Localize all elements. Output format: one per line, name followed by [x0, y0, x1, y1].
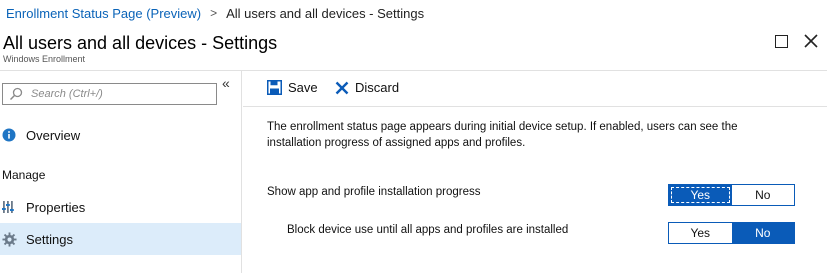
search-icon: [9, 87, 23, 101]
close-icon[interactable]: [801, 31, 821, 51]
info-icon: [2, 128, 16, 142]
save-icon: [267, 80, 282, 95]
block-device-no-option[interactable]: No: [731, 223, 794, 243]
block-device-yes-option[interactable]: Yes: [669, 223, 732, 243]
collapse-sidebar-icon[interactable]: «: [222, 75, 230, 91]
search-input[interactable]: [31, 88, 211, 100]
sidebar-item-label: Properties: [26, 199, 86, 215]
section-header-manage: Manage: [2, 168, 46, 182]
save-button[interactable]: Save: [267, 80, 318, 95]
toolbar: Save Discard: [243, 71, 827, 107]
sidebar-item-overview[interactable]: Overview: [0, 119, 241, 151]
breadcrumb-link-enrollment-status-page[interactable]: Enrollment Status Page (Preview): [6, 6, 201, 21]
sidebar-item-settings[interactable]: Settings: [0, 223, 241, 255]
show-progress-label: Show app and profile installation progre…: [267, 186, 481, 198]
description-text: The enrollment status page appears durin…: [267, 121, 738, 149]
sidebar: « Overview Manage: [0, 71, 242, 273]
discard-icon: [335, 81, 349, 94]
block-device-toggle[interactable]: Yes No: [668, 222, 795, 244]
show-progress-no-option[interactable]: No: [731, 185, 794, 205]
properties-icon: [2, 201, 14, 213]
page-title: All users and all devices - Settings: [3, 33, 278, 53]
discard-button[interactable]: Discard: [335, 80, 399, 95]
search-box[interactable]: [2, 83, 217, 105]
breadcrumb-current: All users and all devices - Settings: [226, 5, 425, 21]
gear-icon: [2, 231, 17, 247]
main-content: Save Discard The enrollment status page …: [243, 71, 827, 273]
breadcrumb-separator: >: [210, 6, 218, 20]
page-subtitle: Windows Enrollment: [3, 54, 86, 64]
breadcrumb: Enrollment Status Page (Preview) > All u…: [0, 0, 827, 26]
show-progress-yes-option[interactable]: Yes: [669, 185, 732, 205]
sidebar-item-properties[interactable]: Properties: [0, 191, 241, 223]
discard-label: Discard: [355, 80, 400, 95]
sidebar-item-label: Settings: [26, 231, 73, 247]
show-progress-toggle[interactable]: Yes No: [668, 184, 795, 206]
blade-header: All users and all devices - Settings Win…: [0, 26, 827, 71]
block-device-label: Block device use until all apps and prof…: [287, 224, 569, 236]
sidebar-item-label: Overview: [26, 127, 81, 143]
save-label: Save: [288, 80, 318, 95]
maximize-icon[interactable]: [775, 35, 788, 48]
